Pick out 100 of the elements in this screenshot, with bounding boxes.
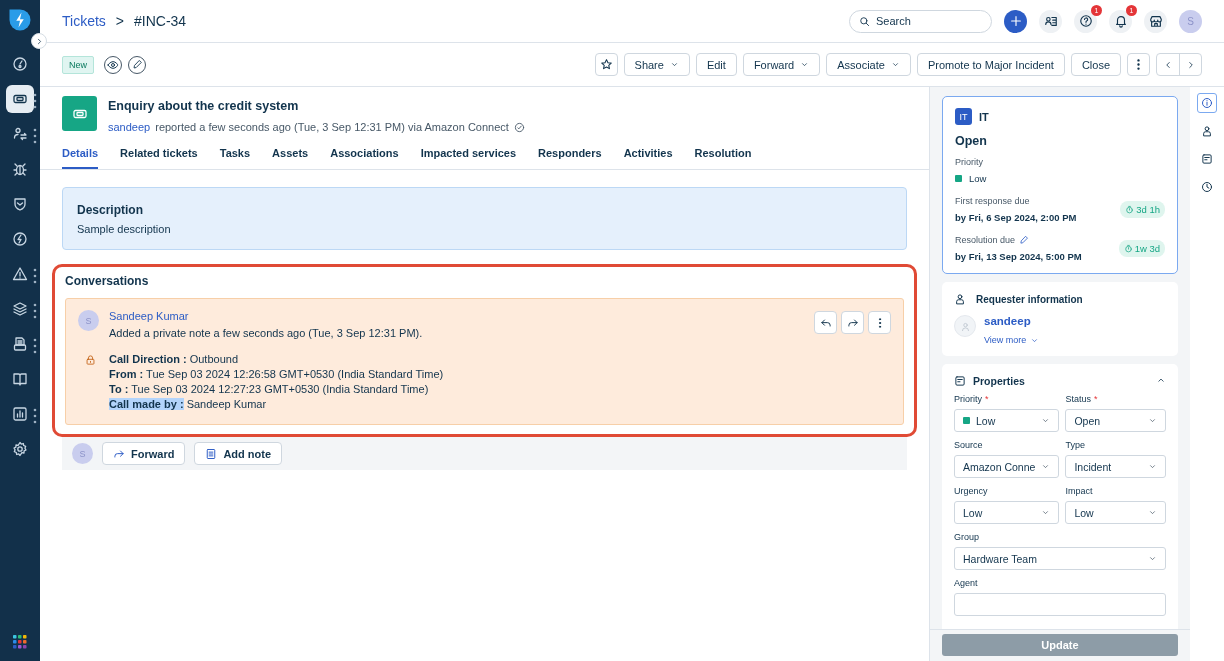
description-text: Sample description [77, 223, 172, 235]
select-field[interactable]: Open [1065, 409, 1166, 432]
requester-link[interactable]: sandeep [108, 121, 151, 133]
chevron-down-icon [1148, 554, 1157, 563]
store-button[interactable] [1144, 9, 1167, 33]
toolbar-button[interactable]: Close [1070, 53, 1121, 76]
plus-icon [1008, 14, 1023, 28]
note-summary: Added a private note a few seconds ago (Tue, 3 Sep 12:31 PM). [109, 327, 424, 339]
settings-icon [12, 441, 28, 457]
select-field[interactable]: Low [954, 501, 1060, 524]
chevron-down-icon [890, 60, 900, 69]
bell-button[interactable] [1109, 9, 1132, 33]
people-swap-icon [12, 126, 28, 142]
toolbar-button[interactable]: Promote to Major Incident [916, 53, 1065, 76]
priority-value: Low [969, 173, 987, 184]
requester-link[interactable]: sandeep [984, 315, 1031, 327]
lock-icon [85, 354, 96, 366]
contact-card-icon [1043, 14, 1058, 28]
select-field[interactable]: Amazon Conne [954, 455, 1060, 478]
pencil-icon [131, 59, 143, 70]
chevron-down-icon [669, 60, 679, 69]
field-value: Tue Sep 03 2024 12:27:23 GMT+0530 (India Standard Time) [131, 383, 429, 395]
reply-button[interactable] [814, 311, 837, 334]
shield-icon [12, 196, 28, 212]
help-icon [1078, 14, 1093, 28]
star-icon [599, 58, 613, 71]
chevron-left-icon [1163, 59, 1173, 70]
info-icon [1201, 97, 1213, 109]
tab[interactable]: Related tickets [120, 147, 198, 169]
clock-icon [1201, 181, 1213, 193]
required-mark: * [1093, 394, 1098, 404]
dropdown-button[interactable]: Forward [742, 53, 821, 76]
reply-icon [819, 316, 832, 329]
add-button[interactable] [1004, 9, 1027, 33]
apps-icon[interactable] [13, 635, 27, 649]
author-link[interactable]: Sandeep Kumar [109, 310, 189, 322]
field-label: To : [109, 383, 129, 395]
ticket-id: #INC-34 [134, 13, 187, 29]
eye-icon [107, 58, 119, 71]
tab[interactable]: Activities [623, 147, 673, 169]
dropdown-button[interactable]: Share [623, 53, 690, 76]
chart-icon [12, 406, 28, 422]
star-button[interactable] [594, 53, 618, 76]
select-field[interactable]: Incident [1065, 455, 1166, 478]
search-field[interactable]: Search [849, 9, 992, 33]
section-title: Conversations [65, 274, 150, 288]
more-button[interactable] [868, 311, 891, 334]
field-label: Call Direction : [109, 353, 187, 365]
tab[interactable]: Associations [330, 147, 399, 169]
warning-icon [12, 266, 28, 282]
chevron-down-icon [800, 60, 810, 69]
forward-button[interactable]: Forward [102, 442, 186, 465]
tab[interactable]: Impacted services [420, 147, 517, 169]
stopwatch-icon [1125, 205, 1135, 214]
tab[interactable]: Resolution [694, 147, 752, 169]
tab[interactable]: Tasks [219, 147, 251, 169]
help-button[interactable] [1074, 9, 1097, 33]
due-date: by Fri, 6 Sep 2024, 2:00 PM [955, 212, 1077, 223]
breadcrumb-link[interactable]: Tickets [62, 13, 106, 29]
select-field[interactable]: Low [954, 409, 1060, 432]
field-label: From : [109, 368, 144, 380]
contact-card-button[interactable] [1039, 9, 1062, 33]
tab[interactable]: Details [62, 147, 99, 169]
status-tag: New [62, 55, 94, 74]
field-label: Priority [955, 157, 984, 167]
field-label: Priority [954, 394, 982, 404]
toolbar-button[interactable]: Edit [695, 53, 737, 76]
printer-icon [12, 336, 28, 352]
logo-icon [8, 8, 32, 32]
select-field[interactable] [954, 593, 1166, 616]
tab[interactable]: Assets [272, 147, 309, 169]
field-label: Resolution due [955, 235, 1016, 245]
more-button[interactable] [1127, 53, 1150, 76]
notes-icon [1201, 153, 1213, 165]
field-label: First response due [955, 196, 1030, 206]
required-mark: * [985, 394, 989, 404]
person-icon [959, 320, 971, 332]
bell-icon [1113, 14, 1128, 28]
field-value: Tue Sep 03 2024 12:26:58 GMT+0530 (India Standard Time) [146, 368, 444, 380]
view-more-link[interactable]: View more [984, 335, 1040, 345]
forward-button[interactable] [841, 311, 864, 334]
expand-button[interactable] [31, 33, 47, 49]
panel-tab[interactable] [1197, 93, 1217, 113]
timer-chip: 1w 3d [1118, 240, 1165, 257]
section-title: Description [77, 203, 144, 217]
tab[interactable]: Responders [538, 147, 602, 169]
add-note-button[interactable]: Add note [194, 442, 283, 465]
bug-icon [12, 161, 28, 177]
book-icon [12, 371, 28, 387]
select-field[interactable]: Hardware Team [954, 547, 1166, 570]
stopwatch-icon [1123, 244, 1133, 253]
breadcrumb-separator: > [115, 13, 124, 29]
ticket-subject: Enquiry about the credit system [108, 99, 300, 113]
field-label: Call made by : [109, 398, 184, 410]
sidebar-item[interactable] [6, 85, 34, 113]
select-field[interactable]: Low [1065, 501, 1166, 524]
bolt-icon [12, 231, 28, 247]
layers-icon [12, 301, 28, 317]
dropdown-button[interactable]: Associate [826, 53, 911, 76]
check-circle-icon [513, 121, 525, 133]
